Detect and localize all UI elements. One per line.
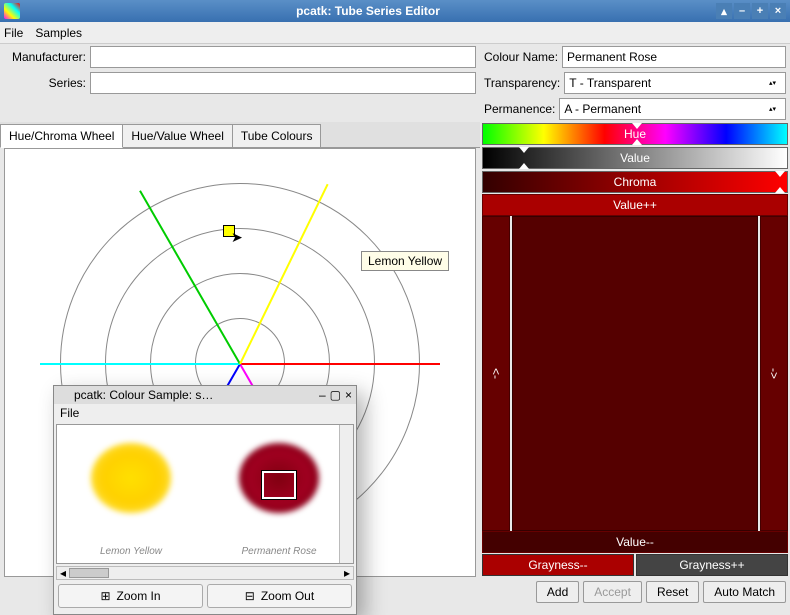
child-min-icon[interactable]: – [319, 388, 326, 402]
child-menu-file[interactable]: File [60, 406, 79, 420]
zoom-in-icon: ⊞ [100, 589, 110, 603]
window-titlebar: pcatk: Tube Series Editor ▴ – + × [0, 0, 790, 22]
colour-swatch [512, 216, 758, 531]
vertical-scrollbar[interactable] [339, 425, 353, 563]
accept-button[interactable]: Accept [583, 581, 642, 603]
main-menubar: File Samples [0, 22, 790, 44]
minimize-icon[interactable]: – [734, 3, 750, 19]
zoom-out-button[interactable]: ⊟ Zoom Out [207, 584, 352, 608]
sample-label-2: Permanent Rose [205, 546, 353, 557]
tab-bar: Hue/Chroma Wheel Hue/Value Wheel Tube Co… [0, 122, 480, 148]
spinner-icon[interactable]: ▴▾ [769, 80, 781, 87]
series-input[interactable] [90, 72, 476, 94]
transparency-label: Transparency: [484, 76, 560, 90]
colour-name-input[interactable] [562, 46, 786, 68]
child-close-icon[interactable]: × [345, 388, 352, 402]
value-plus-button[interactable]: Value++ [482, 194, 788, 216]
paint-sample-area[interactable]: Lemon Yellow Permanent Rose [56, 424, 354, 564]
transparency-select[interactable]: T - Transparent ▴▾ [564, 72, 786, 94]
add-button[interactable]: Add [536, 581, 579, 603]
manufacturer-input[interactable] [90, 46, 476, 68]
menu-samples[interactable]: Samples [35, 26, 82, 40]
app-icon [58, 389, 70, 401]
selection-box[interactable] [262, 471, 296, 499]
value-minus-button[interactable]: Value-- [482, 531, 788, 553]
app-icon [4, 3, 20, 19]
child-max-icon[interactable]: ▢ [330, 388, 341, 402]
hue-right-button[interactable]: -> [760, 216, 788, 531]
tab-hue-value[interactable]: Hue/Value Wheel [122, 124, 233, 147]
series-label: Series: [4, 76, 86, 90]
permanence-value: A - Permanent [564, 102, 641, 116]
horizontal-scrollbar[interactable]: ◂ ▸ [56, 566, 354, 580]
value-slider[interactable]: Value [482, 147, 788, 169]
reset-button[interactable]: Reset [646, 581, 699, 603]
sample-label-1: Lemon Yellow [57, 546, 205, 557]
permanence-select[interactable]: A - Permanent ▴▾ [559, 98, 786, 120]
hue-chroma-wheel[interactable]: ➤ Lemon Yellow pcatk: Colour Sample: s… … [4, 148, 476, 577]
menu-file[interactable]: File [4, 26, 23, 40]
hue-left-button[interactable]: <- [482, 216, 510, 531]
tab-hue-chroma[interactable]: Hue/Chroma Wheel [0, 124, 123, 148]
child-window-title: pcatk: Colour Sample: s… [74, 388, 315, 402]
window-title: pcatk: Tube Series Editor [20, 4, 716, 18]
cursor-icon: ➤ [231, 229, 243, 246]
colour-sample-window: pcatk: Colour Sample: s… – ▢ × File Lemo… [53, 385, 357, 615]
zoom-in-button[interactable]: ⊞ Zoom In [58, 584, 203, 608]
close-icon[interactable]: × [770, 3, 786, 19]
auto-match-button[interactable]: Auto Match [703, 581, 786, 603]
grayness-plus-button[interactable]: Grayness++ [636, 554, 788, 576]
tab-tube-colours[interactable]: Tube Colours [232, 124, 322, 147]
permanence-label: Permanence: [484, 102, 555, 116]
maximize-icon[interactable]: + [752, 3, 768, 19]
up-icon[interactable]: ▴ [716, 3, 732, 19]
spinner-icon[interactable]: ▴▾ [769, 106, 781, 113]
colour-name-label: Colour Name: [484, 50, 558, 64]
manufacturer-label: Manufacturer: [4, 50, 86, 64]
zoom-out-icon: ⊟ [245, 589, 255, 603]
tooltip: Lemon Yellow [361, 251, 449, 271]
hue-slider[interactable]: Hue [482, 123, 788, 145]
chroma-slider[interactable]: Chroma [482, 171, 788, 193]
grayness-minus-button[interactable]: Grayness-- [482, 554, 634, 576]
transparency-value: T - Transparent [569, 76, 651, 90]
